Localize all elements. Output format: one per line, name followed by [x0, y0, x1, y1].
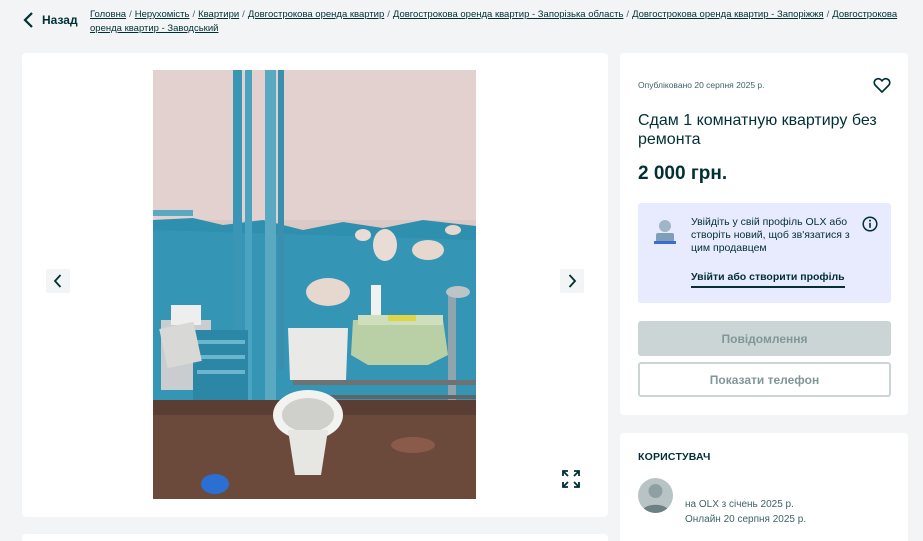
- next-photo-button[interactable]: [560, 269, 584, 293]
- seller-card: КОРИСТУВАЧ на OLX з січень 2025 р. Онлай…: [620, 433, 908, 541]
- seller-since: на OLX з січень 2025 р.: [685, 499, 794, 510]
- message-button[interactable]: Повідомлення: [638, 321, 891, 356]
- listing-price: 2 000 грн.: [638, 163, 728, 184]
- listing-photo[interactable]: [153, 70, 476, 499]
- seller-online: Онлайн 20 серпня 2025 р.: [685, 514, 807, 525]
- login-link[interactable]: Увійти або створити профіль: [691, 271, 845, 288]
- breadcrumb-apartments[interactable]: Квартири: [198, 9, 239, 20]
- breadcrumb-long-term-rent[interactable]: Довгострокова оренда квартир: [248, 9, 384, 20]
- previous-photo-button[interactable]: [46, 269, 70, 293]
- listing-title: Сдам 1 комнатную квартиру без ремонта: [638, 112, 877, 148]
- favorite-button[interactable]: [872, 75, 892, 95]
- photo-gallery: [22, 53, 608, 517]
- listing-details: Опубліковано 20 серпня 2025 р. Сдам 1 ко…: [620, 53, 908, 415]
- avatar-placeholder-icon: [638, 478, 673, 513]
- avatar[interactable]: [638, 478, 673, 513]
- published-date: Опубліковано 20 серпня 2025 р.: [638, 80, 765, 90]
- fullscreen-button[interactable]: [560, 468, 582, 490]
- breadcrumb: Головна / Нерухомість / Квартири / Довгостроко…: [90, 9, 898, 34]
- chevron-left-icon: [23, 12, 33, 28]
- back-label: Назад: [42, 13, 78, 27]
- chevron-left-icon: [53, 274, 62, 288]
- breadcrumb-city[interactable]: Довгострокова оренда квартир - Запоріжжя: [632, 9, 824, 20]
- seller-meta: на OLX з січень 2025 р. Онлайн 20 серпня…: [685, 497, 806, 527]
- breadcrumb-home[interactable]: Головна: [90, 9, 126, 20]
- heart-icon: [873, 77, 891, 94]
- profile-illustration-icon: [654, 220, 676, 244]
- show-phone-button[interactable]: Показати телефон: [638, 362, 891, 397]
- expand-icon: [562, 470, 580, 488]
- description-card: [22, 534, 608, 541]
- seller-heading: КОРИСТУВАЧ: [638, 451, 711, 463]
- login-prompt-text: Увійдіть у свій профіль OLX або створіть…: [691, 216, 850, 254]
- back-button[interactable]: Назад: [22, 12, 78, 28]
- login-prompt: Увійдіть у свій профіль OLX або створіть…: [638, 203, 891, 303]
- breadcrumb-real-estate[interactable]: Нерухомість: [135, 9, 190, 20]
- info-icon[interactable]: [862, 216, 878, 232]
- chevron-right-icon: [568, 274, 577, 288]
- breadcrumb-region[interactable]: Довгострокова оренда квартир - Запорізьк…: [393, 9, 624, 20]
